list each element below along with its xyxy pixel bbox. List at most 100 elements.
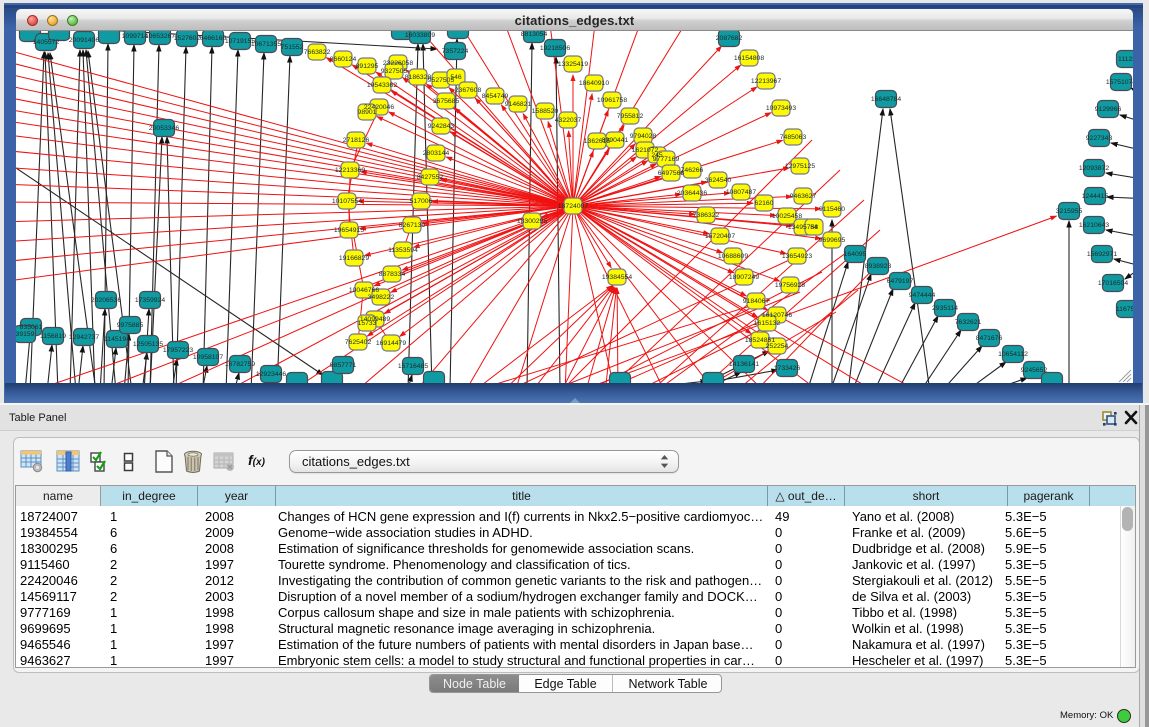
svg-text:18724007: 18724007 [558,203,588,210]
svg-text:16210643: 16210643 [1079,222,1109,229]
svg-text:12942737: 12942737 [69,334,99,341]
svg-text:8813054: 8813054 [521,31,548,38]
svg-text:7357224: 7357224 [442,48,469,55]
svg-text:4322037: 4322037 [555,117,582,124]
svg-text:9245652: 9245652 [1021,367,1048,374]
svg-text:517006: 517006 [410,198,433,205]
svg-text:15716485: 15716485 [398,363,428,370]
svg-text:10653267: 10653267 [145,33,175,40]
svg-text:9975885: 9975885 [117,322,144,329]
svg-text:14136141: 14136141 [729,361,759,368]
svg-text:3215955: 3215955 [1056,208,1083,215]
svg-text:8267130: 8267130 [399,222,426,229]
svg-text:9857771: 9857771 [330,362,357,369]
svg-text:16120746: 16120746 [762,312,792,319]
svg-text:1145194: 1145194 [104,336,130,343]
svg-text:15733: 15733 [358,320,377,327]
svg-text:10961758: 10961758 [597,97,627,104]
svg-text:12975125: 12975125 [785,163,815,170]
svg-text:3675685: 3675685 [433,98,460,105]
svg-text:16648784: 16648784 [871,96,901,103]
svg-text:751552: 751552 [281,44,304,51]
svg-text:16914479: 16914479 [376,340,406,347]
svg-text:15751074: 15751074 [1106,79,1133,86]
svg-text:164095: 164095 [844,251,867,258]
svg-text:10025458: 10025458 [772,213,802,220]
svg-text:12213369: 12213369 [335,167,365,174]
svg-text:18907249: 18907249 [729,274,759,281]
svg-text:2087682: 2087682 [716,35,743,42]
svg-text:10973493: 10973493 [766,105,796,112]
svg-text:835061: 835061 [20,324,43,331]
svg-text:16154808: 16154808 [734,55,764,62]
svg-text:9463627: 9463627 [790,193,817,200]
svg-text:10046766: 10046766 [349,287,379,294]
svg-text:20053346: 20053346 [149,125,179,132]
svg-text:11353594: 11353594 [388,247,418,254]
svg-text:19166829: 19166829 [339,255,369,262]
svg-text:13654923: 13654923 [782,253,812,260]
svg-text:10543362: 10543362 [367,82,397,89]
svg-text:1588520: 1588520 [532,108,559,115]
svg-text:6479197: 6479197 [887,278,914,285]
svg-text:8990441: 8990441 [602,137,629,144]
svg-text:10654112: 10654112 [998,351,1028,358]
svg-text:12213967: 12213967 [751,78,781,85]
svg-text:2718126: 2718126 [343,137,370,144]
svg-text:1156819: 1156819 [40,333,66,340]
svg-text:84: 84 [810,224,818,231]
svg-text:98901: 98901 [358,109,377,116]
svg-text:18640910: 18640910 [579,80,609,87]
svg-text:1527602: 1527602 [174,35,201,42]
svg-text:9227343: 9227343 [1086,135,1113,142]
svg-text:8878334: 8878334 [379,271,406,278]
svg-text:3624540: 3624540 [705,177,732,184]
svg-text:6466160: 6466160 [200,35,227,42]
svg-text:1615132: 1615132 [754,320,781,327]
svg-text:17957223: 17957223 [163,347,193,354]
svg-text:10107554: 10107554 [332,198,362,205]
svg-text:20206536: 20206536 [91,297,121,304]
svg-text:891295: 891295 [356,63,379,70]
svg-text:7663822: 7663822 [304,49,331,56]
svg-text:2935114: 2935114 [932,305,958,312]
svg-text:7386322: 7386322 [693,212,720,219]
svg-text:62160: 62160 [755,200,774,207]
svg-text:9699695: 9699695 [819,237,846,244]
svg-text:17016504: 17016504 [1098,280,1128,287]
svg-text:20364436: 20364436 [677,190,707,197]
svg-text:19218506: 19218506 [540,45,570,52]
svg-text:7955812: 7955812 [617,113,644,120]
svg-text:252254: 252254 [766,343,789,350]
svg-text:546: 546 [450,74,462,81]
svg-text:10807487: 10807487 [726,189,756,196]
svg-text:15720407: 15720407 [705,233,735,240]
svg-text:116753: 116753 [1116,306,1133,313]
svg-text:8454749: 8454749 [482,93,509,100]
svg-text:9242843: 9242843 [428,123,455,130]
svg-text:9115460: 9115460 [819,206,845,213]
svg-text:9184067: 9184067 [743,298,770,305]
svg-text:39159: 39159 [16,331,35,338]
svg-text:7625402: 7625402 [345,339,372,346]
svg-text:16033809: 16033809 [405,32,435,39]
svg-text:7485063: 7485063 [780,134,807,141]
svg-text:13325419: 13325419 [558,61,588,68]
svg-text:2367608: 2367608 [455,87,482,94]
svg-text:8471676: 8471676 [976,335,1003,342]
svg-text:7632621: 7632621 [955,319,982,326]
svg-text:3498222: 3498222 [368,294,395,301]
svg-text:9794028: 9794028 [630,133,657,140]
svg-text:11123: 11123 [1118,56,1133,63]
svg-text:746266: 746266 [681,167,704,174]
svg-text:9146821: 9146821 [505,101,532,108]
svg-text:12093872: 12093872 [1079,165,1109,172]
svg-text:2803144: 2803144 [423,150,450,157]
svg-text:23226058: 23226058 [383,60,413,67]
svg-text:19756928: 19756928 [775,282,805,289]
svg-text:1733426: 1733426 [774,365,801,372]
svg-text:17359924: 17359924 [135,297,165,304]
svg-text:1405572: 1405572 [33,39,60,46]
svg-text:20091406: 20091406 [69,37,99,44]
svg-text:16782759: 16782759 [225,361,255,368]
